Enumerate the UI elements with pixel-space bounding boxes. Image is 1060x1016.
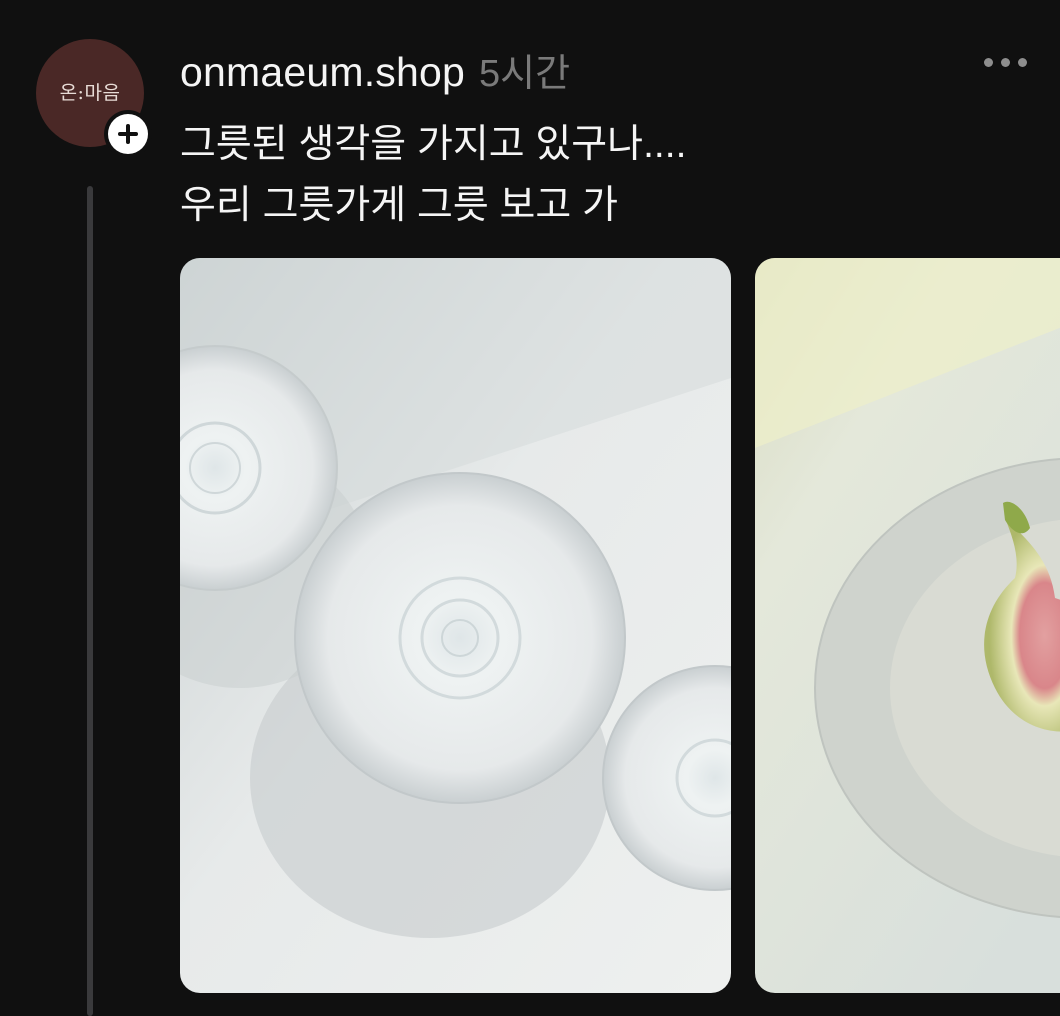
username[interactable]: onmaeum.shop bbox=[180, 49, 465, 96]
post-text-line: 그릇된 생각을 가지고 있구나.... bbox=[180, 123, 687, 166]
timestamp: 5시간 bbox=[479, 53, 571, 95]
post-image[interactable] bbox=[180, 258, 731, 993]
post-text: 그릇된 생각을 가지고 있구나.... 우리 그릇가게 그릇 보고 가 bbox=[180, 114, 686, 236]
more-options-icon[interactable] bbox=[984, 58, 1027, 67]
fig-on-plate-photo-icon bbox=[755, 258, 1060, 993]
post-image[interactable] bbox=[755, 258, 1060, 993]
dot bbox=[1018, 58, 1027, 67]
dot bbox=[1001, 58, 1010, 67]
avatar-logo-text: 온:마음 bbox=[59, 81, 121, 104]
follow-button[interactable] bbox=[104, 110, 152, 158]
dot bbox=[984, 58, 993, 67]
plus-icon bbox=[108, 114, 148, 154]
post-header: onmaeum.shop 5시간 bbox=[180, 42, 570, 97]
white-plates-photo-icon bbox=[180, 258, 731, 993]
thread-line bbox=[87, 186, 93, 1016]
post-text-line: 우리 그릇가게 그릇 보고 가 bbox=[180, 184, 619, 227]
